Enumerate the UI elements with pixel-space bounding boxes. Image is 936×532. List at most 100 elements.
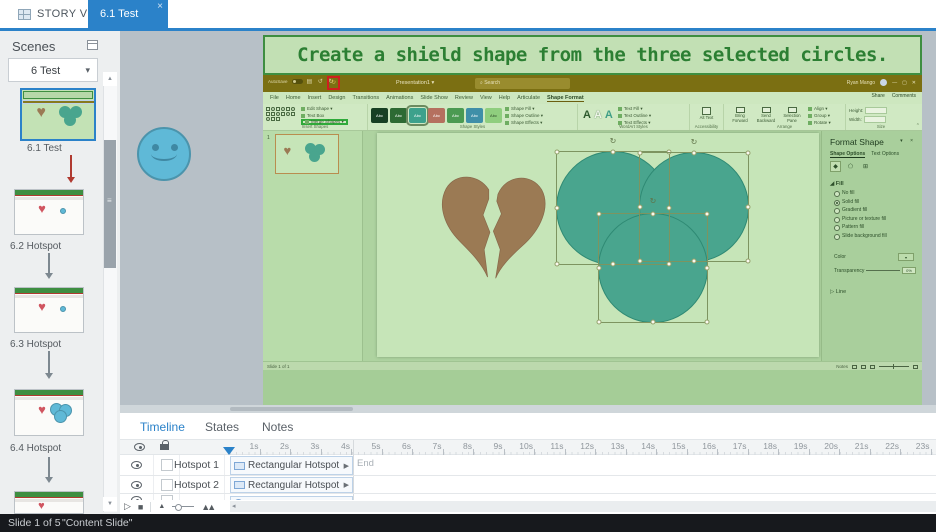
- thumbnail-preview: ♥: [15, 492, 83, 513]
- selection-handle[interactable]: [610, 149, 616, 155]
- selection-handle[interactable]: [691, 150, 697, 156]
- tab-states[interactable]: States: [205, 420, 239, 434]
- slide-thumbnail-6-3[interactable]: ♥: [14, 287, 84, 333]
- timeline-ruler[interactable]: 1s 2s 3s 4s 5s 6s 7s 8s 9s 10s 11s 12s 13s 14s 15s 16s 1…: [230, 440, 936, 455]
- slide-title-box[interactable]: Create a shield shape from the three sel…: [263, 35, 922, 75]
- lock-all-icon[interactable]: [160, 440, 169, 450]
- slide-title-text: Create a shield shape from the three sel…: [297, 44, 888, 66]
- timeline-bar-hotspot-2[interactable]: Rectangular Hotspot 2 ▶: [230, 477, 353, 493]
- timeline-horizontal-scrollbar[interactable]: ◂: [230, 501, 936, 512]
- line-section-header: ▷ Line: [830, 289, 847, 295]
- color-picker-icon: ▾: [898, 253, 914, 261]
- slide-thumbnail-6-2[interactable]: ♥: [14, 189, 84, 235]
- lock-checkbox[interactable]: [160, 459, 173, 471]
- rectangle-icon: [234, 461, 245, 470]
- lock-checkbox[interactable]: [160, 478, 173, 491]
- branch-arrow: [45, 351, 53, 379]
- ppt-ribbon-tab: Design: [328, 95, 346, 101]
- selection-handle[interactable]: [650, 211, 656, 217]
- tab-timeline[interactable]: Timeline: [140, 420, 185, 434]
- panel-resize-divider[interactable]: [120, 405, 936, 413]
- fill-option-radio: Picture or texture fill: [834, 216, 887, 223]
- smiley-face-shape[interactable]: [137, 127, 191, 181]
- app-status-bar: Slide 1 of 5 "Content Slide": [0, 514, 936, 532]
- selection-handle[interactable]: [596, 265, 602, 271]
- ribbon-group-label: Size: [876, 124, 886, 129]
- visibility-eye-icon[interactable]: [131, 461, 142, 469]
- selection-handle[interactable]: [596, 211, 602, 217]
- selection-handle[interactable]: [704, 265, 710, 271]
- play-icon[interactable]: ▷: [124, 501, 131, 512]
- shape-outline-button: Shape Outline ▾: [505, 113, 543, 119]
- slide-thumbnail-6-5-partial[interactable]: ♥: [14, 491, 84, 514]
- scroll-down-icon[interactable]: ▼: [103, 497, 117, 511]
- slide-stage[interactable]: Create a shield shape from the three sel…: [263, 35, 922, 405]
- slide-thumbnail-6-4[interactable]: ♥: [14, 389, 84, 436]
- ruler-tick: 21s: [840, 440, 871, 455]
- selection-handle[interactable]: [745, 204, 751, 210]
- selection-handle[interactable]: [745, 150, 751, 156]
- ppt-screenshot-object[interactable]: AutoSave ▤ ↺ ↻ ↻ Presentation1 ▾ ⌕ Searc…: [263, 75, 922, 370]
- selection-handle[interactable]: [745, 258, 751, 264]
- stage-canvas[interactable]: Create a shield shape from the three sel…: [120, 31, 936, 405]
- tab-slide-6-1-test[interactable]: 6.1 Test ×: [88, 0, 168, 28]
- slide-thumbnail-6-1[interactable]: ♥: [20, 88, 96, 141]
- tab-notes[interactable]: Notes: [262, 420, 293, 434]
- timeline-bar-hotspot-1[interactable]: Rectangular Hotspot 1 ▶: [230, 456, 353, 475]
- smiley-mouth: [151, 147, 177, 161]
- stop-icon[interactable]: ■: [138, 502, 143, 512]
- timeline-row-hotspot-1[interactable]: Hotspot 1 Rectangular Hotspot 1 ▶: [120, 455, 936, 476]
- shape-gallery-icons: [266, 106, 298, 123]
- close-tab-icon[interactable]: ×: [157, 1, 163, 12]
- selection-handle[interactable]: [554, 205, 560, 211]
- selection-handle[interactable]: [637, 204, 643, 210]
- ppt-status-bar: Slide 1 of 1 Notes: [263, 361, 922, 370]
- fill-option-radio: No fill: [834, 191, 887, 197]
- heart-shape-icon: ♥: [38, 401, 46, 417]
- ppt-titlebar: AutoSave ▤ ↺ ↻ ↻ Presentation1 ▾ ⌕ Searc…: [263, 75, 922, 92]
- playhead-marker[interactable]: [223, 447, 235, 455]
- selection-handle[interactable]: [704, 211, 710, 217]
- scroll-up-icon[interactable]: ▲: [103, 72, 117, 86]
- transparency-row: Transparency 0%: [834, 267, 916, 274]
- shape-fill-button: Shape Fill ▾: [505, 106, 543, 112]
- slide-thumbnail-label: 6.4 Hotspot: [10, 443, 62, 454]
- collapse-panel-icon[interactable]: [87, 40, 98, 50]
- heart-shape-icon: ♥: [283, 143, 292, 159]
- ppt-ribbon-tabs: File Home Insert Design Transitions Animation…: [263, 92, 922, 104]
- zoom-out-icon[interactable]: ▲: [158, 503, 165, 510]
- selection-handle[interactable]: [554, 261, 560, 267]
- selection-handle[interactable]: [704, 319, 710, 325]
- ppt-ribbon-tab: File: [270, 95, 279, 101]
- selection-handle[interactable]: [650, 319, 656, 325]
- scroll-left-icon[interactable]: ◂: [232, 502, 236, 510]
- selection-handle[interactable]: [554, 149, 560, 155]
- show-hide-all-eye-icon[interactable]: [134, 443, 145, 451]
- ppt-ribbon-tab: View: [479, 95, 492, 101]
- text-outline-button: Text Outline ▾: [617, 113, 651, 119]
- ruler-tick: 11s: [535, 440, 566, 455]
- timeline-zoom-slider[interactable]: [172, 503, 195, 511]
- ppt-ribbon-tab: Animations: [386, 95, 414, 101]
- timeline-controls: ▷ ■ ▲ ▲▲ ◂: [120, 500, 936, 514]
- timeline-row-hotspot-2[interactable]: Hotspot 2 Rectangular Hotspot 2 ▶: [120, 476, 936, 494]
- zoom-in-icon[interactable]: ▲▲: [201, 502, 216, 512]
- scenes-scrollbar-track[interactable]: [103, 72, 117, 512]
- ruler-tick: 4s: [322, 440, 353, 455]
- fill-line-icon: ◆: [830, 161, 841, 172]
- ribbon-group-label: Arrange: [776, 124, 793, 129]
- ruler-tick: 16s: [688, 440, 719, 455]
- ruler-tick: 7s: [413, 440, 444, 455]
- fill-section-header: ◢ Fill: [830, 181, 844, 187]
- collapse-ribbon-icon: ⌃: [915, 123, 920, 129]
- selection-handle[interactable]: [637, 150, 643, 156]
- ppt-share-button: Share: [871, 93, 885, 99]
- selection-handle[interactable]: [596, 319, 602, 325]
- visibility-eye-icon[interactable]: [131, 480, 142, 489]
- scenes-scrollbar-thumb[interactable]: [104, 140, 116, 268]
- divider-handle[interactable]: [230, 407, 353, 411]
- extend-arrow-icon: ▶: [343, 462, 349, 470]
- ruler-tick: 9s: [474, 440, 505, 455]
- scene-dropdown[interactable]: 6 Test ▾: [8, 58, 98, 82]
- ppt-search-box: ⌕ Search: [475, 78, 570, 89]
